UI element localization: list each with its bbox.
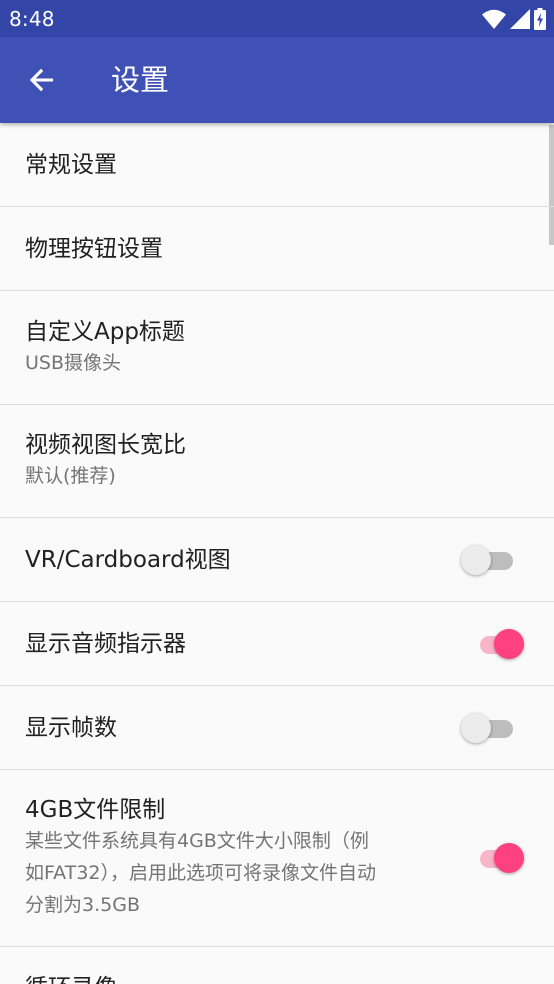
pref-title: 视频视图长宽比	[25, 432, 186, 458]
pref-title: 显示帧数	[25, 714, 117, 741]
pref-summary: 某些文件系统具有4GB文件大小限制（例 如FAT32），启用此选项可将录像文件自…	[25, 825, 424, 921]
back-button[interactable]	[18, 56, 66, 104]
pref-summary: USB摄像头	[25, 351, 122, 374]
status-time: 8:48	[9, 7, 55, 31]
pref-summary-line: 分割为3.5GB	[25, 894, 140, 916]
status-bar: 8:48	[0, 0, 554, 37]
pref-title: 显示音频指示器	[25, 630, 186, 657]
pref-title: VR/Cardboard视图	[25, 546, 231, 573]
pref-vr-cardboard-view[interactable]: VR/Cardboard视图	[0, 518, 554, 602]
pref-title: 常规设置	[25, 151, 117, 178]
pref-custom-app-title[interactable]: 自定义App标题 USB摄像头	[0, 291, 554, 405]
settings-list[interactable]: 常规设置 物理按钮设置 自定义App标题 USB摄像头 视频视图长宽比 默认(推…	[0, 123, 554, 984]
pref-show-frame-rate[interactable]: 显示帧数	[0, 686, 554, 770]
battery-charging-icon	[534, 8, 546, 30]
pref-physical-button-settings[interactable]: 物理按钮设置	[0, 207, 554, 291]
signal-icon	[510, 9, 530, 29]
pref-summary-line: 如FAT32），启用此选项可将录像文件自动	[25, 862, 376, 884]
switch-thumb	[494, 628, 524, 659]
switch-thumb	[461, 544, 491, 575]
vr-cardboard-switch[interactable]	[461, 543, 513, 577]
pref-video-aspect-ratio[interactable]: 视频视图长宽比 默认(推荐)	[0, 405, 554, 518]
pref-title: 4GB文件限制	[25, 797, 166, 823]
wifi-icon	[482, 9, 506, 29]
arrow-left-icon	[29, 68, 53, 92]
page-title: 设置	[111, 63, 170, 97]
pref-4gb-file-limit[interactable]: 4GB文件限制 某些文件系统具有4GB文件大小限制（例 如FAT32），启用此选…	[0, 770, 554, 947]
switch-thumb	[461, 712, 491, 743]
pref-summary: 默认(推荐)	[25, 465, 116, 487]
pref-loop-recording[interactable]: 循环录像	[0, 947, 554, 984]
frame-rate-switch[interactable]	[461, 711, 513, 745]
pref-title: 自定义App标题	[25, 318, 185, 345]
pref-general-settings[interactable]: 常规设置	[0, 123, 554, 207]
audio-indicator-switch[interactable]	[472, 627, 524, 661]
status-icons	[482, 8, 546, 30]
pref-summary-line: 某些文件系统具有4GB文件大小限制（例	[25, 830, 369, 852]
4gb-file-limit-switch[interactable]	[472, 841, 524, 875]
app-bar: 设置	[0, 37, 554, 123]
pref-title: 物理按钮设置	[25, 235, 163, 262]
pref-show-audio-indicator[interactable]: 显示音频指示器	[0, 602, 554, 686]
switch-thumb	[494, 843, 524, 873]
pref-title: 循环录像	[25, 973, 424, 984]
